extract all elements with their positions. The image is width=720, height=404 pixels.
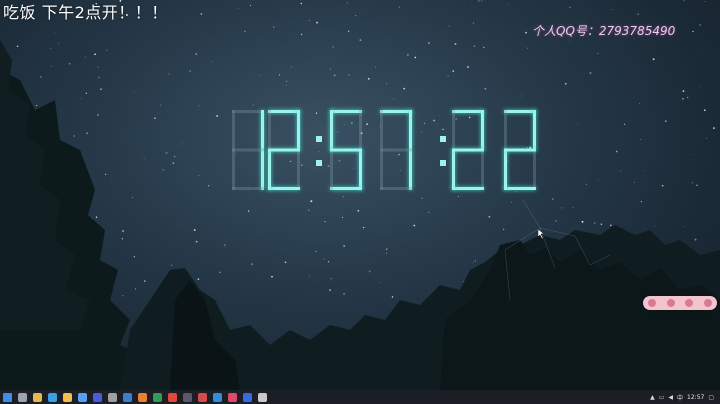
network-icon[interactable]: ▭ xyxy=(659,394,665,401)
clock-segment xyxy=(481,110,484,150)
clock-segment xyxy=(504,150,507,190)
settings-icon[interactable] xyxy=(108,392,117,402)
system-tray: ▲ ▭ ◀ 中 12:57 ▢ xyxy=(650,390,720,404)
folder-icon[interactable] xyxy=(63,392,72,402)
clock-segment xyxy=(533,150,536,190)
clock-segment xyxy=(452,148,484,152)
clock-segment xyxy=(504,148,536,152)
clock-segment xyxy=(380,148,412,152)
pink-widget[interactable] xyxy=(643,296,717,310)
browser-icon[interactable] xyxy=(138,392,147,402)
search-icon[interactable] xyxy=(18,392,27,402)
chat-icon[interactable] xyxy=(78,392,87,402)
qq-number-label: 个人QQ号：2793785490 xyxy=(532,24,676,38)
clock-segment xyxy=(409,110,412,150)
clock-segment xyxy=(297,110,300,150)
clock-segment xyxy=(409,150,412,190)
taskbar-clock[interactable]: 12:57 xyxy=(687,394,704,401)
app-icon[interactable] xyxy=(93,392,102,402)
app-icon[interactable] xyxy=(198,392,207,402)
ime-indicator[interactable]: 中 xyxy=(677,393,683,402)
app-icon[interactable] xyxy=(183,392,192,402)
volume-icon[interactable]: ◀ xyxy=(668,394,673,401)
desktop-wallpaper: 吃饭 下午2点开！！！ 个人QQ号：2793785490 xyxy=(0,0,720,390)
widget-dot[interactable] xyxy=(685,299,694,307)
app-icon[interactable] xyxy=(213,392,222,402)
windows-start-icon[interactable] xyxy=(3,392,12,402)
clock-colon xyxy=(440,136,446,142)
clock-segment xyxy=(452,110,455,150)
clock-segment xyxy=(504,110,536,113)
clock-segment xyxy=(268,187,300,190)
clock-segment xyxy=(330,187,362,190)
widget-dot[interactable] xyxy=(703,299,712,307)
clock-segment xyxy=(261,110,264,150)
clock-segment xyxy=(297,150,300,190)
clock-segment xyxy=(232,110,235,150)
app-icon[interactable] xyxy=(258,392,267,402)
clock-segment xyxy=(359,150,362,190)
notification-icon[interactable]: ▢ xyxy=(708,394,714,401)
clock-colon xyxy=(316,136,322,142)
chrome-icon[interactable] xyxy=(168,392,177,402)
clock-segment xyxy=(380,110,412,113)
clock-segment xyxy=(452,150,455,190)
mail-icon[interactable] xyxy=(48,392,57,402)
digital-clock xyxy=(232,110,536,190)
folder-icon[interactable] xyxy=(33,392,42,402)
clock-segment xyxy=(330,110,333,150)
clock-segment xyxy=(452,187,484,190)
app-icon[interactable] xyxy=(153,392,162,402)
clock-segment xyxy=(504,110,507,150)
clock-segment xyxy=(268,150,271,190)
clock-colon xyxy=(316,160,322,166)
desktop-note: 吃饭 下午2点开！！！ xyxy=(3,3,168,22)
clock-segment xyxy=(330,110,362,113)
clock-segment xyxy=(268,148,300,152)
clock-segment xyxy=(268,110,271,150)
clock-segment xyxy=(232,148,264,152)
clock-segment xyxy=(330,148,362,152)
code-icon[interactable] xyxy=(123,392,132,402)
app-icon[interactable] xyxy=(243,392,252,402)
widget-dot[interactable] xyxy=(648,299,657,307)
app-icon[interactable] xyxy=(228,392,237,402)
clock-segment xyxy=(232,150,235,190)
taskbar: ▲ ▭ ◀ 中 12:57 ▢ xyxy=(0,390,720,404)
clock-segment xyxy=(261,150,264,190)
mouse-cursor-icon xyxy=(538,229,545,239)
taskbar-pinned-apps xyxy=(0,390,270,404)
widget-dot[interactable] xyxy=(666,299,675,307)
clock-segment xyxy=(504,187,536,190)
clock-segment xyxy=(380,110,383,150)
chevron-up-icon[interactable]: ▲ xyxy=(650,394,655,401)
clock-segment xyxy=(268,110,300,113)
clock-segment xyxy=(452,110,484,113)
clock-colon xyxy=(440,160,446,166)
clock-segment xyxy=(232,187,264,190)
clock-segment xyxy=(481,150,484,190)
clock-segment xyxy=(330,150,333,190)
clock-segment xyxy=(232,110,264,113)
clock-segment xyxy=(380,150,383,190)
clock-segment xyxy=(359,110,362,150)
clock-segment xyxy=(380,187,412,190)
clock-segment xyxy=(533,110,536,150)
